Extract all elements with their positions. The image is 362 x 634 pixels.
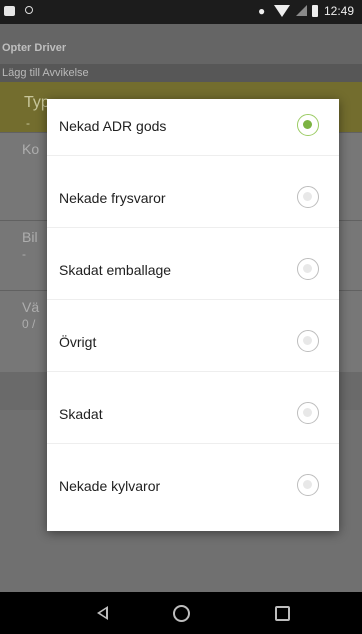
status-bar: ● 12:49 [0, 0, 362, 24]
radio-selected-icon[interactable] [297, 114, 319, 136]
home-icon[interactable] [173, 605, 190, 622]
option-nekade-frysvaror[interactable]: Nekade frysvaror [47, 171, 339, 228]
system-nav-bar [0, 592, 362, 634]
option-label: Skadat emballage [59, 262, 172, 278]
option-nekade-kylvaror[interactable]: Nekade kylvaror [47, 459, 339, 515]
radio-unselected-icon[interactable] [297, 258, 319, 280]
signal-icon [296, 5, 307, 16]
radio-unselected-icon[interactable] [297, 330, 319, 352]
option-skadat-emballage[interactable]: Skadat emballage [47, 243, 339, 300]
notification-icon [4, 6, 15, 16]
battery-icon [312, 5, 318, 17]
wifi-icon [274, 5, 290, 17]
location-icon: ● [258, 4, 266, 18]
back-icon[interactable] [97, 606, 108, 620]
option-label: Övrigt [59, 334, 97, 350]
status-dot-icon [25, 6, 33, 14]
status-time: 12:49 [324, 4, 355, 18]
option-label: Nekad ADR gods [59, 118, 167, 134]
radio-unselected-icon[interactable] [297, 402, 319, 424]
option-ovrigt[interactable]: Övrigt [47, 315, 339, 372]
option-skadat[interactable]: Skadat [47, 387, 339, 444]
radio-unselected-icon[interactable] [297, 474, 319, 496]
option-nekad-adr-gods[interactable]: Nekad ADR gods [47, 99, 339, 156]
deviation-type-dialog: Nekad ADR gods Nekade frysvaror Skadat e… [47, 99, 339, 531]
recents-icon[interactable] [275, 606, 290, 621]
option-label: Skadat [59, 406, 103, 422]
radio-unselected-icon[interactable] [297, 186, 319, 208]
option-label: Nekade frysvaror [59, 190, 166, 206]
option-label: Nekade kylvaror [59, 478, 161, 494]
